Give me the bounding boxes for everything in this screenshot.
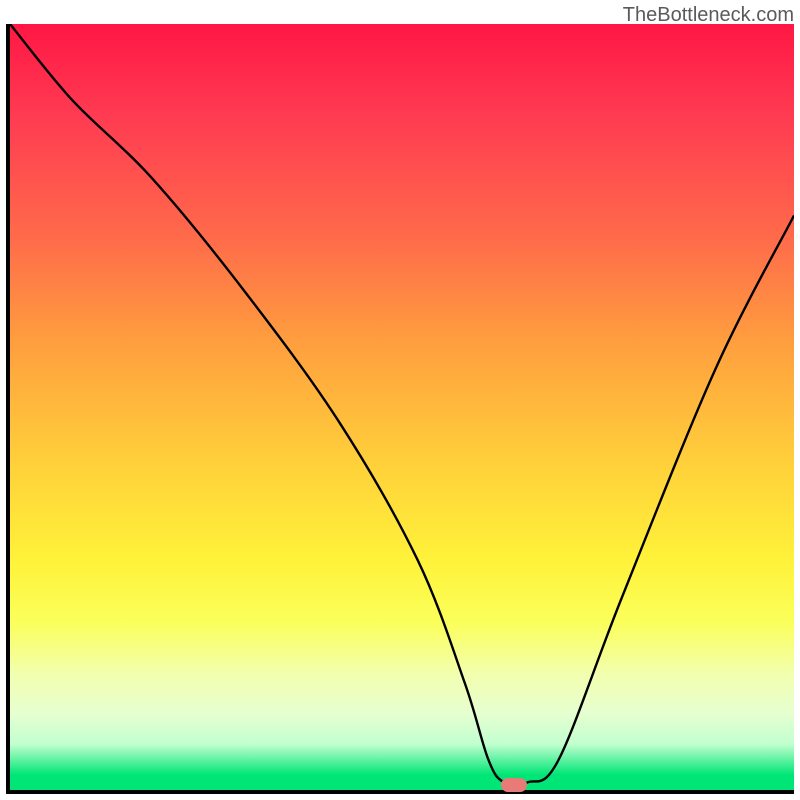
watermark-text: TheBottleneck.com <box>623 4 794 27</box>
optimal-marker <box>501 778 527 792</box>
chart-gradient-fill <box>10 24 794 790</box>
chart-plot-area <box>6 24 794 794</box>
